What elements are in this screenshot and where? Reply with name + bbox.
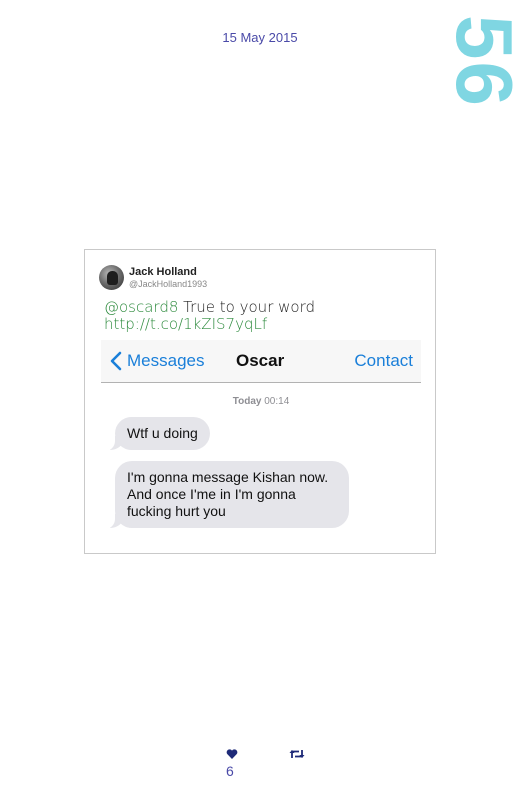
chevron-left-icon[interactable] [107,351,127,371]
conversation-title: Oscar [236,351,285,370]
tweet-footer: 6 [0,745,520,785]
mention-link[interactable]: @oscard8 [104,298,178,316]
timestamp-time: 00:14 [264,396,290,407]
page-number: 56 [440,15,520,108]
tweet-body: True to your word [178,298,315,316]
retweet-icon[interactable] [289,748,305,760]
contact-button[interactable]: Contact [354,351,413,371]
nav-bar: Messages Oscar Contact [101,340,421,383]
message-bubble: I'm gonna message Kishan now. And once I… [104,461,349,529]
tweet-card: Jack Holland @JackHolland1993 @oscard8 T… [84,249,436,554]
like-count: 6 [226,763,234,779]
back-button-label[interactable]: Messages [127,351,204,371]
heart-icon[interactable] [226,748,238,760]
message-timestamp: Today 00:14 [101,396,421,407]
avatar[interactable] [99,265,124,290]
timestamp-day: Today [232,396,262,407]
author-handle[interactable]: @JackHolland1993 [129,279,207,289]
message-screenshot: Messages Oscar Contact Today 00:14 Wtf u… [101,340,421,540]
tweet-url[interactable]: http://t.co/1kZIS7yqLf [104,315,267,333]
tweet-text: @oscard8 True to your word http://t.co/1… [104,299,424,333]
author-name[interactable]: Jack Holland [129,266,197,278]
message-bubble: Wtf u doing [104,417,210,451]
